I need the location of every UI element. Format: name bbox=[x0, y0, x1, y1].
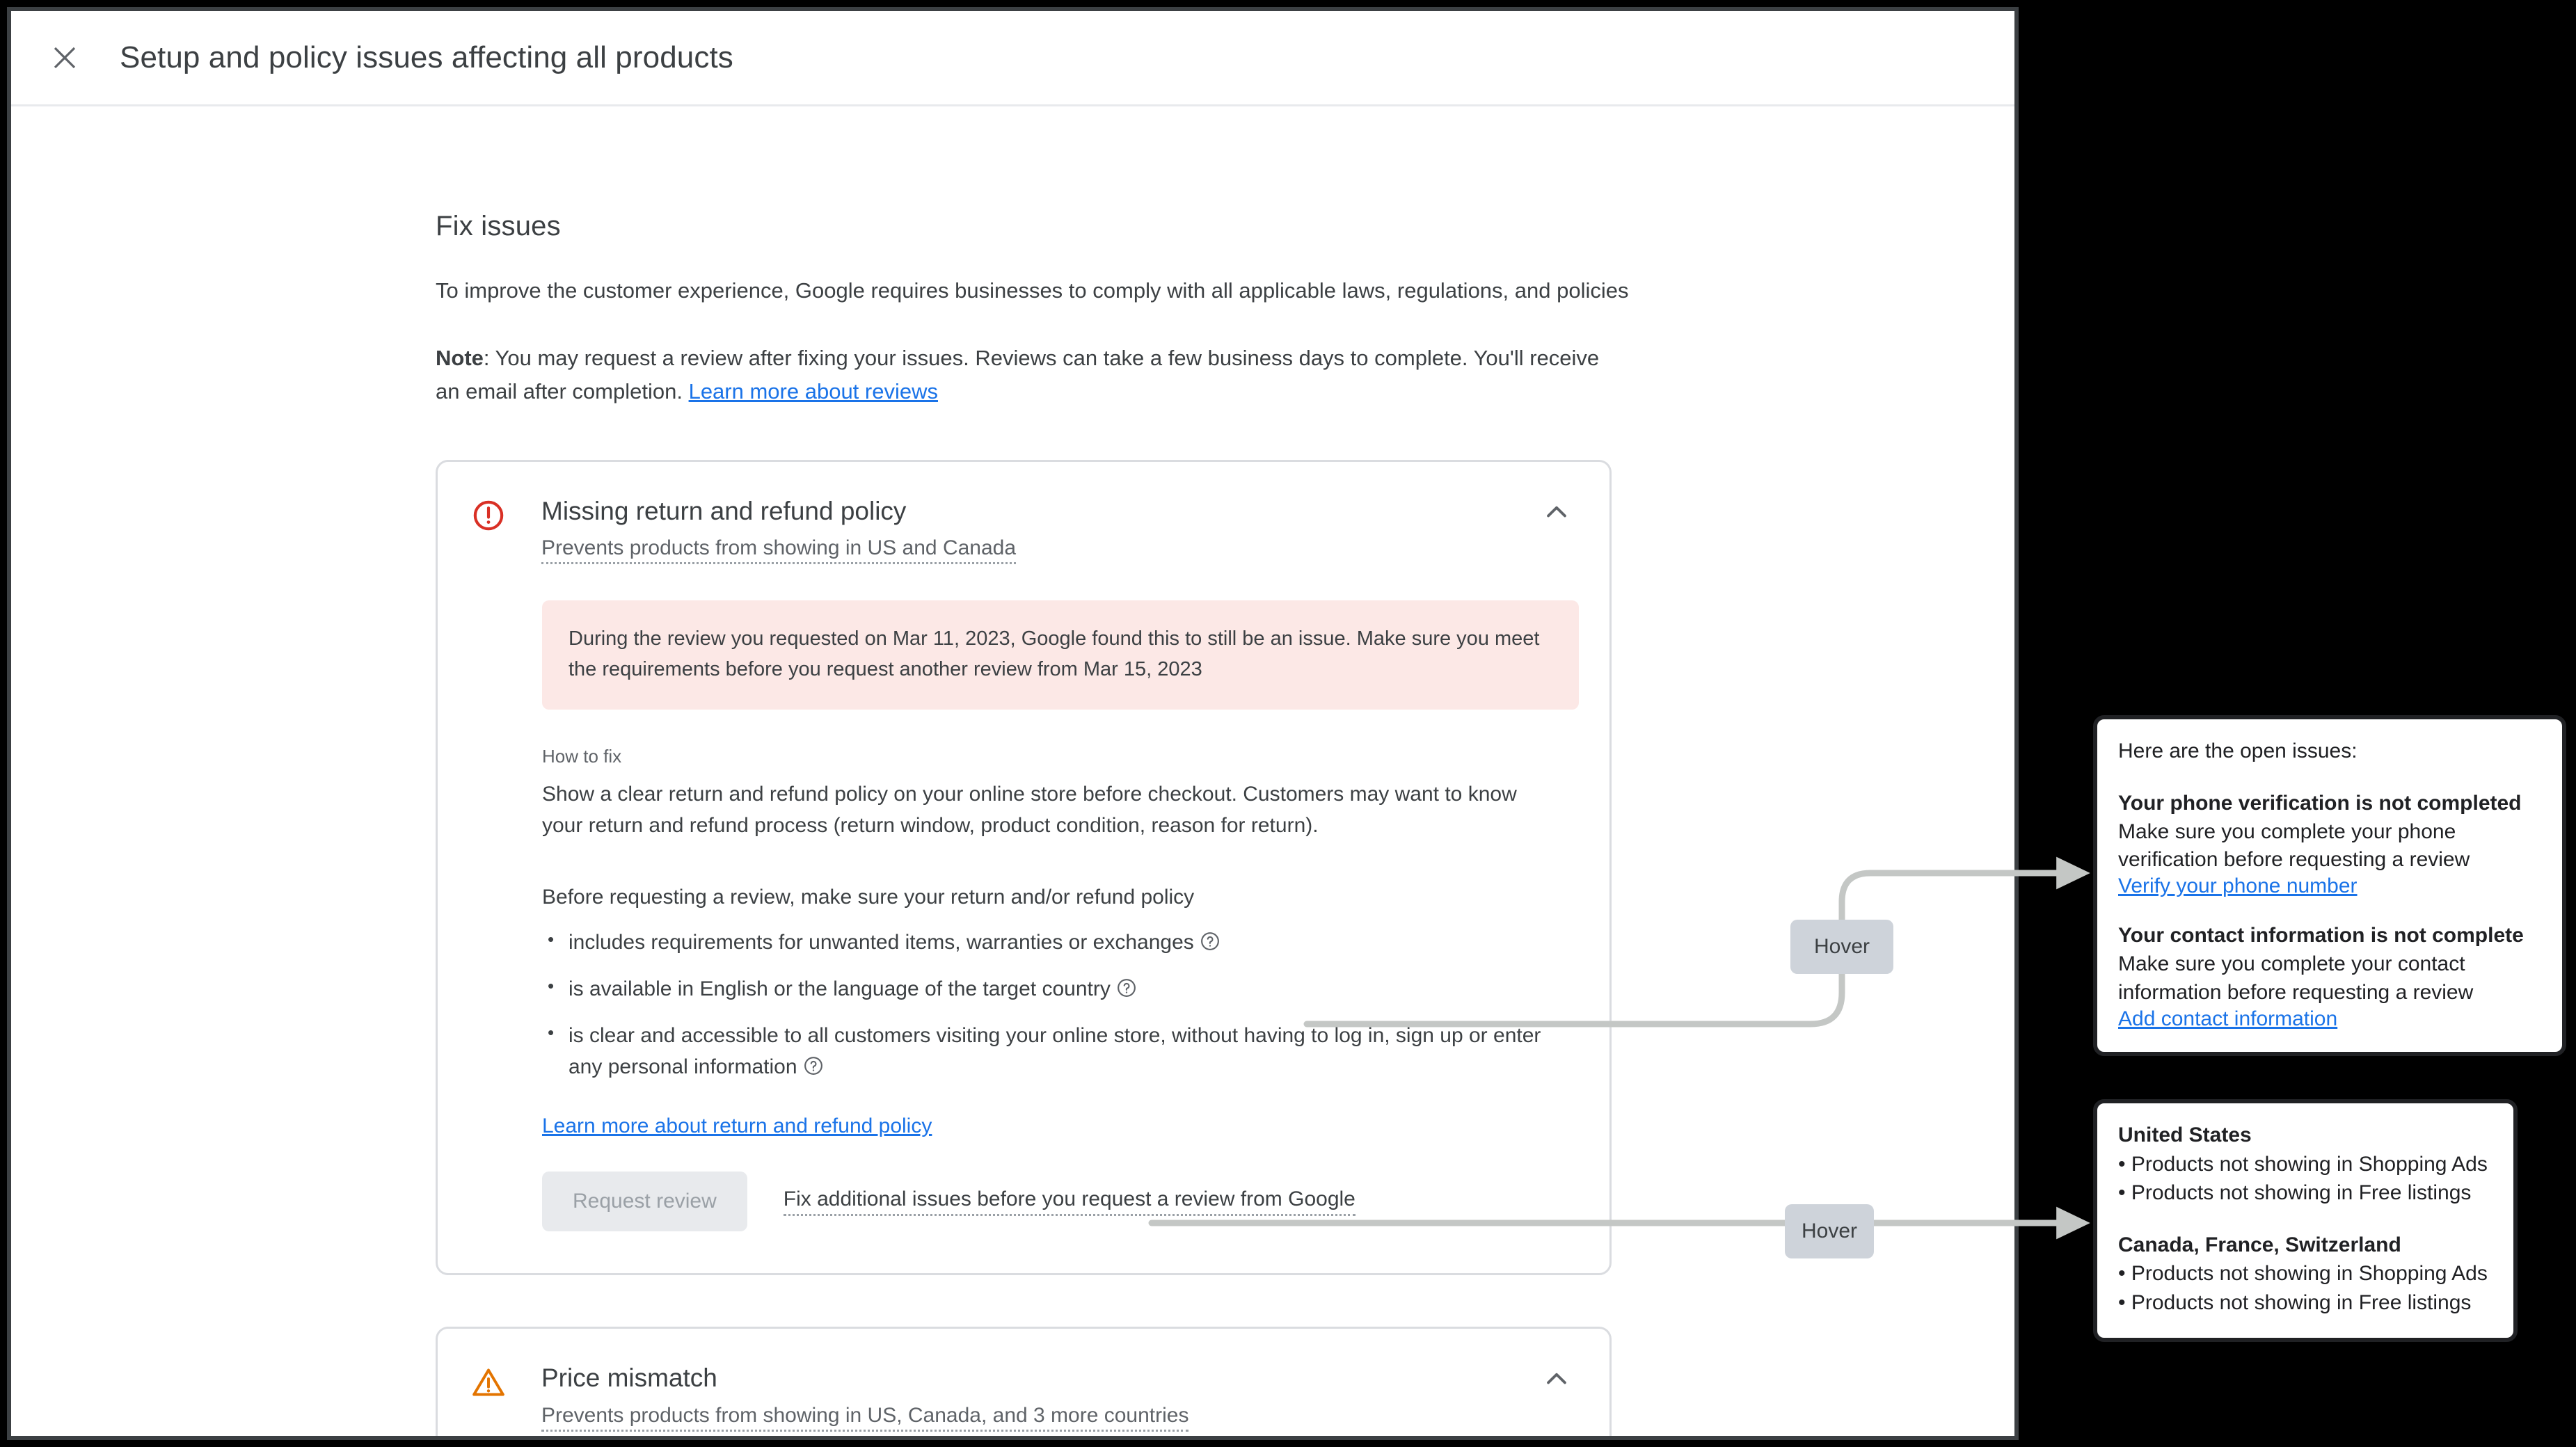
issue-card-titles: Price mismatch Prevents products from sh… bbox=[541, 1362, 1189, 1432]
chevron-up-icon[interactable] bbox=[1537, 493, 1576, 531]
tooltip-issue-body: Make sure you complete your contact info… bbox=[2118, 952, 2474, 1004]
issue-card-header[interactable]: Price mismatch Prevents products from sh… bbox=[438, 1329, 1609, 1436]
country-group-bullet: • Products not showing in Free listings bbox=[2118, 1290, 2472, 1314]
dialog-content: Fix issues To improve the customer exper… bbox=[11, 106, 2014, 1436]
tooltip-open-issues: Here are the open issues: Your phone ver… bbox=[2093, 715, 2566, 1056]
note-body: : You may request a review after fixing … bbox=[436, 345, 1600, 403]
country-group-title: Canada, France, Switzerland bbox=[2118, 1233, 2401, 1256]
tooltip-affected-countries: United States • Products not showing in … bbox=[2093, 1099, 2518, 1343]
country-group-bullet: • Products not showing in Shopping Ads bbox=[2118, 1262, 2488, 1286]
dialog-title: Setup and policy issues affecting all pr… bbox=[120, 40, 733, 74]
learn-more-about-reviews-link[interactable]: Learn more about reviews bbox=[689, 379, 938, 403]
issue-card-body: During the review you requested on Mar 1… bbox=[438, 600, 1609, 1232]
issue-subtitle-tooltip-trigger[interactable]: Prevents products from showing in US, Ca… bbox=[541, 1404, 1189, 1432]
warning-triangle-icon bbox=[471, 1362, 511, 1431]
country-group-bullet: • Products not showing in Free listings bbox=[2118, 1181, 2472, 1205]
dialog-header: Setup and policy issues affecting all pr… bbox=[11, 11, 2014, 106]
issue-title: Missing return and refund policy bbox=[541, 497, 907, 526]
issue-card-header[interactable]: Missing return and refund policy Prevent… bbox=[438, 462, 1609, 565]
list-item: includes requirements for unwanted items… bbox=[542, 926, 1551, 958]
country-group-title: United States bbox=[2118, 1124, 2252, 1146]
close-icon[interactable] bbox=[45, 38, 85, 78]
issue-subtitle-tooltip-trigger[interactable]: Prevents products from showing in US and… bbox=[541, 536, 1017, 565]
verify-phone-number-link[interactable]: Verify your phone number bbox=[2118, 874, 2358, 897]
issue-card-price-mismatch: Price mismatch Prevents products from sh… bbox=[436, 1327, 1612, 1436]
bullet-text: Products not showing in Shopping Ads bbox=[2131, 1262, 2488, 1286]
how-to-fix-label: How to fix bbox=[542, 746, 622, 767]
note-label: Note bbox=[436, 345, 484, 370]
fix-additional-issues-tooltip-trigger[interactable]: Fix additional issues before you request… bbox=[783, 1188, 1355, 1216]
page-title: Fix issues bbox=[436, 211, 561, 241]
before-request-text: Before requesting a review, make sure yo… bbox=[542, 886, 1195, 909]
list-item: is clear and accessible to all customers… bbox=[542, 1019, 1551, 1082]
issue-action-row: Request review Fix additional issues bef… bbox=[542, 1172, 1576, 1232]
requirement-text: is available in English or the language … bbox=[569, 977, 1111, 1001]
bullet-text: Products not showing in Free listings bbox=[2131, 1181, 2472, 1205]
issue-card-titles: Missing return and refund policy Prevent… bbox=[541, 495, 1017, 565]
tooltip-issue-title: Your contact information is not complete bbox=[2118, 924, 2524, 948]
help-icon[interactable] bbox=[1116, 977, 1137, 998]
bullet-text: Products not showing in Shopping Ads bbox=[2131, 1152, 2488, 1176]
list-item: is available in English or the language … bbox=[542, 973, 1551, 1005]
review-status-alert: During the review you requested on Mar 1… bbox=[542, 600, 1579, 710]
issue-title: Price mismatch bbox=[541, 1364, 717, 1393]
learn-more-return-refund-policy-link[interactable]: Learn more about return and refund polic… bbox=[542, 1114, 932, 1137]
tooltip-intro: Here are the open issues: bbox=[2118, 740, 2358, 762]
request-review-button[interactable]: Request review bbox=[542, 1172, 747, 1232]
help-icon[interactable] bbox=[803, 1055, 824, 1076]
help-icon[interactable] bbox=[1200, 931, 1221, 952]
intro-text: To improve the customer experience, Goog… bbox=[436, 278, 1629, 303]
requirement-text: is clear and accessible to all customers… bbox=[569, 1024, 1541, 1079]
screenshot-root: Setup and policy issues affecting all pr… bbox=[0, 0, 2576, 1447]
tooltip-issue-body: Make sure you complete your phone verifi… bbox=[2118, 820, 2470, 872]
bullet-text: Products not showing in Free listings bbox=[2131, 1290, 2472, 1314]
setup-policy-issues-dialog: Setup and policy issues affecting all pr… bbox=[7, 7, 2019, 1440]
how-to-fix-body: Show a clear return and refund policy on… bbox=[542, 783, 1517, 838]
error-circle-icon bbox=[471, 495, 511, 564]
requirements-list: includes requirements for unwanted items… bbox=[542, 926, 1576, 1082]
learn-more-row: Learn more about return and refund polic… bbox=[542, 1114, 1576, 1138]
tooltip-issue-title: Your phone verification is not completed bbox=[2118, 791, 2522, 815]
requirement-text: includes requirements for unwanted items… bbox=[569, 931, 1194, 954]
issue-card-missing-return-refund-policy: Missing return and refund policy Prevent… bbox=[436, 460, 1612, 1276]
note-text: Note: You may request a review after fix… bbox=[436, 342, 1612, 408]
add-contact-information-link[interactable]: Add contact information bbox=[2118, 1007, 2337, 1030]
chevron-up-icon[interactable] bbox=[1537, 1359, 1576, 1398]
country-group-bullet: • Products not showing in Shopping Ads bbox=[2118, 1152, 2488, 1176]
